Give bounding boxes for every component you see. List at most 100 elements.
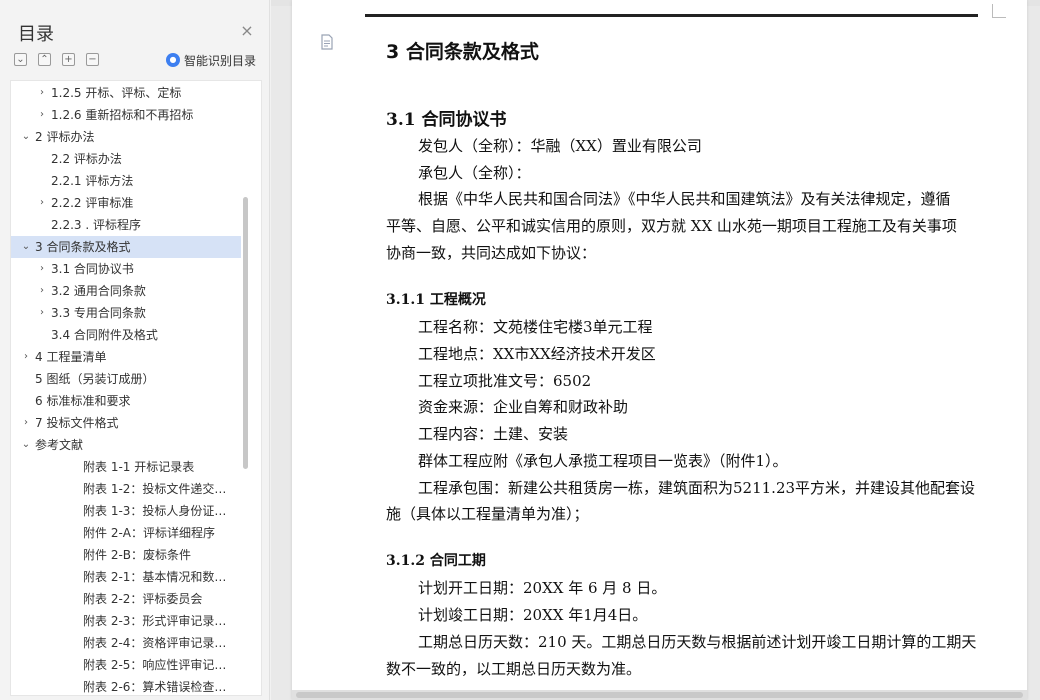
toc-item-label: 1.2.6 重新招标和不再招标 bbox=[51, 108, 194, 122]
chevron-down-icon[interactable]: ⌄ bbox=[20, 434, 32, 456]
chevron-down-icon[interactable]: ⌄ bbox=[20, 236, 32, 258]
toc-item-label: 7 投标文件格式 bbox=[35, 416, 119, 430]
toc-item-label: 附件 2-B：废标条件 bbox=[83, 548, 192, 562]
add-heading-icon[interactable]: + bbox=[62, 53, 75, 66]
toc-arrow-spacer bbox=[20, 390, 32, 412]
header-rule bbox=[365, 14, 978, 17]
chevron-down-icon[interactable]: ⌄ bbox=[20, 126, 32, 148]
toc-arrow-spacer bbox=[20, 368, 32, 390]
toc-item[interactable]: 附表 2-5：响应性评审记… bbox=[11, 654, 241, 676]
toc-item[interactable]: 附件 2-B：废标条件 bbox=[11, 544, 241, 566]
schedule-line: 计划开工日期：20XX 年 6 月 8 日。 bbox=[418, 579, 667, 597]
robot-icon: ● bbox=[166, 53, 180, 67]
toc-scrollbar[interactable] bbox=[243, 197, 248, 469]
chevron-right-icon[interactable]: › bbox=[20, 412, 32, 434]
toc-item[interactable]: ⌄ 2 评标办法 bbox=[11, 126, 241, 148]
chevron-right-icon[interactable]: › bbox=[36, 280, 48, 302]
scope-line: 施（具体以工程量清单为准）； bbox=[386, 505, 589, 523]
chevron-right-icon[interactable]: › bbox=[36, 104, 48, 126]
toc-item[interactable]: 附件 2-A：评标详细程序 bbox=[11, 522, 241, 544]
toc-item-label: 附表 1-3：投标人身份证… bbox=[83, 504, 227, 518]
toc-arrow-spacer bbox=[68, 500, 80, 522]
toc-item-label: 3.4 合同附件及格式 bbox=[51, 328, 158, 342]
toc-arrow-spacer bbox=[68, 632, 80, 654]
close-icon[interactable]: × bbox=[240, 23, 254, 39]
smart-recognize-toc-button[interactable]: ● 智能识别目录 bbox=[166, 51, 256, 69]
document-page[interactable]: 3 合同条款及格式 3.1 合同协议书 发包人（全称）：华融（XX）置业有限公司… bbox=[292, 0, 1027, 700]
toc-item[interactable]: 附表 2-4：资格评审记录… bbox=[11, 632, 241, 654]
toc-item-label: 附表 2-3：形式评审记录… bbox=[83, 614, 227, 628]
toc-item[interactable]: 3.4 合同附件及格式 bbox=[11, 324, 241, 346]
toc-arrow-spacer bbox=[68, 456, 80, 478]
duration-line: 工期总日历天数：210 天。工期总日历天数与根据前述计划开竣工日期计算的工期天 bbox=[418, 633, 977, 651]
toc-arrow-spacer bbox=[68, 566, 80, 588]
toc-arrow-spacer bbox=[36, 170, 48, 192]
overview-line: 工程内容：土建、安装 bbox=[418, 425, 569, 443]
toc-item[interactable]: ⌄ 3 合同条款及格式 bbox=[11, 236, 241, 258]
chevron-right-icon[interactable]: › bbox=[36, 258, 48, 280]
toc-item[interactable]: 2.2.1 评标方法 bbox=[11, 170, 241, 192]
toc-title: 目录 bbox=[18, 24, 54, 45]
toc-arrow-spacer bbox=[36, 324, 48, 346]
toc-item-label: 1.2.5 开标、评标、定标 bbox=[51, 86, 182, 100]
expand-all-icon[interactable]: ⌃ bbox=[38, 53, 51, 66]
schedule-line: 计划竣工日期：20XX 年1月4日。 bbox=[418, 606, 648, 624]
overview-line: 资金来源：企业自筹和财政补助 bbox=[418, 398, 629, 416]
toc-item[interactable]: 附表 1-1 开标记录表 bbox=[11, 456, 241, 478]
page-heading-1: 3 合同条款及格式 bbox=[386, 41, 539, 63]
document-area: 3 合同条款及格式 3.1 合同协议书 发包人（全称）：华融（XX）置业有限公司… bbox=[271, 0, 1040, 700]
chevron-right-icon[interactable]: › bbox=[36, 302, 48, 324]
collapse-all-icon[interactable]: ⌄ bbox=[14, 53, 27, 66]
toc-item[interactable]: 附表 2-3：形式评审记录… bbox=[11, 610, 241, 632]
toc-item[interactable]: 附表 2-1：基本情况和数… bbox=[11, 566, 241, 588]
wps-writer-window: 目录 × ⌄ ⌃ + − ● 智能识别目录 › 1.2.5 开标、评标、定标 › 1.… bbox=[0, 0, 1040, 700]
toc-item-label: 6 标准标准和要求 bbox=[35, 394, 131, 408]
toc-item[interactable]: 6 标准标准和要求 bbox=[11, 390, 241, 412]
overview-line: 工程立项批准文号：6502 bbox=[418, 372, 592, 390]
horizontal-scroll-thumb[interactable] bbox=[296, 692, 1023, 698]
toc-item[interactable]: ⌄ 参考文献 bbox=[11, 434, 241, 456]
toc-item-label: 2 评标办法 bbox=[35, 130, 95, 144]
margin-corner-mark bbox=[992, 4, 1006, 18]
toc-item-label: 2.2.2 评审标准 bbox=[51, 196, 134, 210]
scope-line: 工程承包围：新建公共租赁房一栋，建筑面积为5211.23平方米，并建设其他配套设 bbox=[418, 479, 976, 497]
overview-line: 工程名称：文苑楼住宅楼3单元工程 bbox=[418, 318, 653, 336]
paragraph-line: 平等、自愿、公平和诚实信用的原则，双方就 XX 山水苑一期项目工程施工及有关事项 bbox=[386, 217, 957, 235]
toc-item-label: 3.2 通用合同条款 bbox=[51, 284, 146, 298]
toc-tree: › 1.2.5 开标、评标、定标 › 1.2.6 重新招标和不再招标 ⌄ 2 评标办法 2.… bbox=[10, 80, 262, 696]
toc-item[interactable]: 附表 1-3：投标人身份证… bbox=[11, 500, 241, 522]
toc-item-label: 3.1 合同协议书 bbox=[51, 262, 134, 276]
toc-item-label: 附表 2-6：算术错误检查… bbox=[83, 680, 227, 694]
toc-item[interactable]: › 4 工程量清单 bbox=[11, 346, 241, 368]
toc-item[interactable]: 附表 2-2：评标委员会 bbox=[11, 588, 241, 610]
document-icon[interactable] bbox=[319, 34, 335, 50]
toc-item[interactable]: 2.2.3 . 评标程序 bbox=[11, 214, 241, 236]
toc-item[interactable]: › 1.2.6 重新招标和不再招标 bbox=[11, 104, 241, 126]
toc-item[interactable]: › 7 投标文件格式 bbox=[11, 412, 241, 434]
toc-item-label: 3 合同条款及格式 bbox=[35, 240, 131, 254]
toc-item-label: 参考文献 bbox=[35, 438, 84, 452]
toc-item[interactable]: 附表 1-2：投标文件递交… bbox=[11, 478, 241, 500]
toc-item-label: 4 工程量清单 bbox=[35, 350, 107, 364]
remove-heading-icon[interactable]: − bbox=[86, 53, 99, 66]
chevron-right-icon[interactable]: › bbox=[36, 82, 48, 104]
toc-item[interactable]: 附表 2-6：算术错误检查… bbox=[11, 676, 241, 695]
toc-item[interactable]: › 3.3 专用合同条款 bbox=[11, 302, 241, 324]
chevron-right-icon[interactable]: › bbox=[36, 192, 48, 214]
toc-arrow-spacer bbox=[68, 478, 80, 500]
toc-item-label: 附表 1-2：投标文件递交… bbox=[83, 482, 227, 496]
toc-header: 目录 × ⌄ ⌃ + − ● 智能识别目录 bbox=[0, 0, 270, 80]
toc-item[interactable]: 5 图纸（另装订成册） bbox=[11, 368, 241, 390]
page-heading-2: 3.1 合同协议书 bbox=[386, 110, 507, 130]
toc-arrow-spacer bbox=[36, 148, 48, 170]
toc-item[interactable]: › 3.2 通用合同条款 bbox=[11, 280, 241, 302]
toc-item[interactable]: › 3.1 合同协议书 bbox=[11, 258, 241, 280]
chevron-right-icon[interactable]: › bbox=[20, 346, 32, 368]
toc-item[interactable]: › 2.2.2 评审标准 bbox=[11, 192, 241, 214]
toc-item[interactable]: › 1.2.5 开标、评标、定标 bbox=[11, 82, 241, 104]
toc-item-label: 附件 2-A：评标详细程序 bbox=[83, 526, 215, 540]
toc-item-label: 附表 2-4：资格评审记录… bbox=[83, 636, 227, 650]
smart-recognize-label: 智能识别目录 bbox=[184, 53, 257, 68]
horizontal-scrollbar[interactable] bbox=[292, 690, 1027, 700]
toc-item[interactable]: 2.2 评标办法 bbox=[11, 148, 241, 170]
